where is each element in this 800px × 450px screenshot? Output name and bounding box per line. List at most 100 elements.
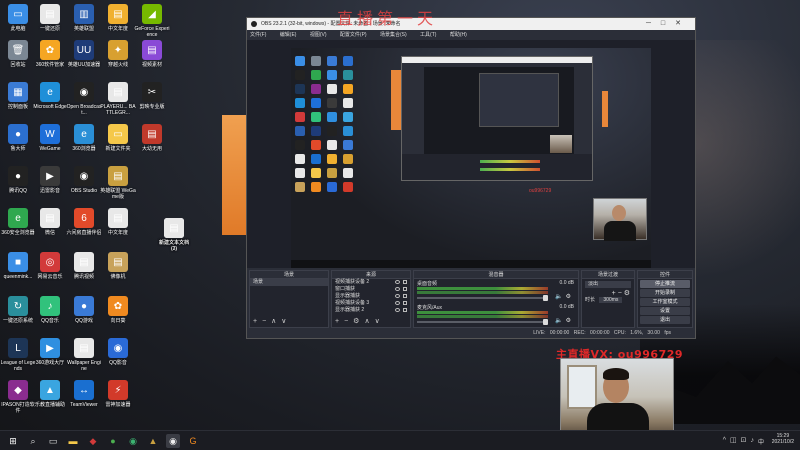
lock-icon[interactable] [403, 294, 407, 298]
settings-button[interactable]: 设置 [640, 307, 690, 315]
volume-knob[interactable] [543, 319, 548, 325]
lock-icon[interactable] [403, 280, 407, 284]
clock[interactable]: 15:29 2021/10/2 [772, 433, 794, 449]
duration-field[interactable]: 300ms [599, 297, 623, 303]
eye-icon[interactable] [395, 308, 400, 312]
desktop-icon[interactable]: ✿ 向日葵 [100, 296, 136, 324]
desktop-icon[interactable]: ✦ 穿越火线 [100, 40, 136, 68]
lock-icon[interactable] [403, 287, 407, 291]
speaker-gear-icon[interactable]: 🔈⚙ [555, 293, 574, 300]
desktop-icon[interactable]: ▤ 佛像机 [100, 252, 136, 280]
desktop-icon[interactable]: ✂ 剪映专业版 [134, 82, 170, 110]
g-app-icon[interactable]: G [186, 434, 200, 448]
desktop-icon[interactable]: ■ queenmink... [0, 252, 36, 280]
desktop-icon[interactable]: ▤ 英雄联盟 WeGame版 [100, 166, 136, 200]
menu-scene-collection[interactable]: 场景集合(S) [380, 32, 407, 38]
exit-button[interactable]: 退出 [640, 316, 690, 324]
desktop-icon[interactable]: ↻ 一键还原系统 [0, 296, 36, 324]
sources-toolbar[interactable]: +−⚙∧∨ [335, 317, 385, 325]
scenes-toolbar[interactable]: +−∧∨ [253, 317, 291, 325]
scene-item[interactable]: 场景 [250, 279, 328, 286]
desktop-icon[interactable]: ▤ 大幼无用 [134, 124, 170, 152]
menu-tools[interactable]: 工具(T) [420, 32, 436, 38]
desktop-icon[interactable]: ● 腾讯QQ [0, 166, 36, 194]
eye-icon[interactable] [395, 294, 400, 298]
desktop-icon[interactable]: ▤ 中文年度 [100, 208, 136, 236]
windows-start-icon[interactable]: ⊞ [6, 434, 20, 448]
desktop-icon[interactable]: ◉ QQ影音 [100, 338, 136, 366]
desktop-icon[interactable]: ▭ 此电脑 [0, 4, 36, 32]
studio-mode-button[interactable]: 工作室模式 [640, 298, 690, 306]
desktop-icon[interactable]: ▶ 迅雷影音 [32, 166, 68, 194]
menu-help[interactable]: 帮助(H) [450, 32, 467, 38]
volume-knob[interactable] [543, 295, 548, 301]
lock-icon[interactable] [403, 308, 407, 312]
menu-profile[interactable]: 配置文件(P) [340, 32, 367, 38]
desktop-icon[interactable]: ▤ 新建文本文档 (2) [156, 218, 192, 252]
menu-file[interactable]: 文件(F) [250, 32, 266, 38]
search-icon[interactable]: ⌕ [26, 434, 40, 448]
store-icon[interactable]: ◆ [86, 434, 100, 448]
desktop-icon[interactable]: 🗑 回收站 [0, 40, 36, 68]
system-tray-icons[interactable]: ^◫⊡♪ [723, 436, 758, 444]
eye-icon[interactable] [395, 280, 400, 284]
desktop-icon[interactable]: ● 鲁大师 [0, 124, 36, 152]
source-item[interactable]: 显示器捕获 2 [332, 307, 410, 314]
transition-select[interactable]: 淡出 [585, 281, 631, 288]
preview-area[interactable]: ou996729 [247, 40, 695, 268]
desktop-icon[interactable]: ▤ Wallpaper Engine [66, 338, 102, 372]
desktop-icon[interactable]: ▲ 乐教直播辅助 [32, 380, 68, 408]
speaker-gear-icon[interactable]: 🔈⚙ [555, 317, 574, 324]
transition-add-remove[interactable]: + − ⚙ [582, 290, 634, 297]
task-view-icon[interactable]: ▭ [46, 434, 60, 448]
stop-streaming-button[interactable]: 停止推流 [640, 280, 690, 288]
desktop-icon[interactable]: ◉ Open Broadcast... [66, 82, 102, 116]
menu-edit[interactable]: 编辑(E) [280, 32, 297, 38]
mixer-track-mic[interactable]: 麦克风/Aux 0.0 dB 🔈⚙ [414, 303, 578, 327]
start-recording-button[interactable]: 开始录制 [640, 289, 690, 297]
source-item[interactable]: 视频捕获设备 3 [332, 300, 410, 307]
preview-canvas[interactable]: ou996729 [291, 48, 651, 268]
wechat-icon[interactable]: ◉ [126, 434, 140, 448]
desktop-icon[interactable]: ◉ OBS Studio [66, 166, 102, 194]
desktop-icon[interactable]: ▦ 控制面板 [0, 82, 36, 110]
window-controls[interactable]: ─□✕ [646, 18, 691, 30]
desktop-icon[interactable]: ▭ 新建文件夹 [100, 124, 136, 152]
desktop-icon[interactable]: e Microsoft Edge [32, 82, 68, 110]
desktop-icon[interactable]: ▤ 视频素材 [134, 40, 170, 68]
desktop-icon[interactable]: ◎ 网易云音乐 [32, 252, 68, 280]
input-language[interactable]: 中 [758, 437, 764, 446]
source-item[interactable]: 窗口捕获 [332, 286, 410, 293]
menu-view[interactable]: 视图(V) [310, 32, 327, 38]
desktop-icon[interactable]: ▤ 微信 [32, 208, 68, 236]
desktop-icon[interactable]: ▥ 英雄联盟 [66, 4, 102, 32]
obs-titlebar[interactable]: OBS 23.2.1 (32-bit, windows) - 配置文件: 未命名… [247, 11, 695, 30]
desktop-icon[interactable]: ◢ GeForce Experience [134, 4, 170, 38]
desktop-icon[interactable]: ✿ 360软件管家 [32, 40, 68, 68]
source-item[interactable]: 视频捕获设备 2 [332, 279, 410, 286]
source-item[interactable]: 显示器捕获 [332, 293, 410, 300]
desktop-icon[interactable]: ▤ 腾讯视频 [66, 252, 102, 280]
desktop-icon[interactable]: ▤ 中文年度 [100, 4, 136, 32]
obs-taskbar-icon[interactable]: ◉ [166, 434, 180, 448]
file-explorer-icon[interactable]: ▬ [66, 434, 80, 448]
desktop-icon[interactable]: ♪ QQ音乐 [32, 296, 68, 324]
desktop-icon[interactable]: e 360安全浏览器 [0, 208, 36, 236]
chrome-icon[interactable]: ● [106, 434, 120, 448]
lock-icon[interactable] [403, 301, 407, 305]
eye-icon[interactable] [395, 301, 400, 305]
lol-icon[interactable]: ▲ [146, 434, 160, 448]
desktop-icon[interactable]: 6 六间房直播伴侣 [66, 208, 102, 236]
mixer-track-desktop[interactable]: 桌面音频 0.0 dB 🔈⚙ [414, 279, 578, 303]
desktop-icon[interactable]: e 360浏览器 [66, 124, 102, 152]
desktop-icon[interactable]: ⚡ 雷神加速器 [100, 380, 136, 408]
desktop-icon[interactable]: ◆ IPASON打造软件 [0, 380, 36, 414]
obs-window[interactable]: OBS 23.2.1 (32-bit, windows) - 配置文件: 未命名… [246, 11, 696, 339]
desktop-icon[interactable]: ↔ TeamViewer [66, 380, 102, 408]
desktop-icon[interactable]: ▶ 360游戏大厅 [32, 338, 68, 366]
volume-slider[interactable] [417, 297, 548, 299]
desktop-icon[interactable]: W WeGame [32, 124, 68, 152]
desktop-icon[interactable]: L League of Legends [0, 338, 36, 372]
desktop-icon[interactable]: UU 英雄UU加速器 [66, 40, 102, 68]
desktop-icon[interactable]: ● QQ游戏 [66, 296, 102, 324]
